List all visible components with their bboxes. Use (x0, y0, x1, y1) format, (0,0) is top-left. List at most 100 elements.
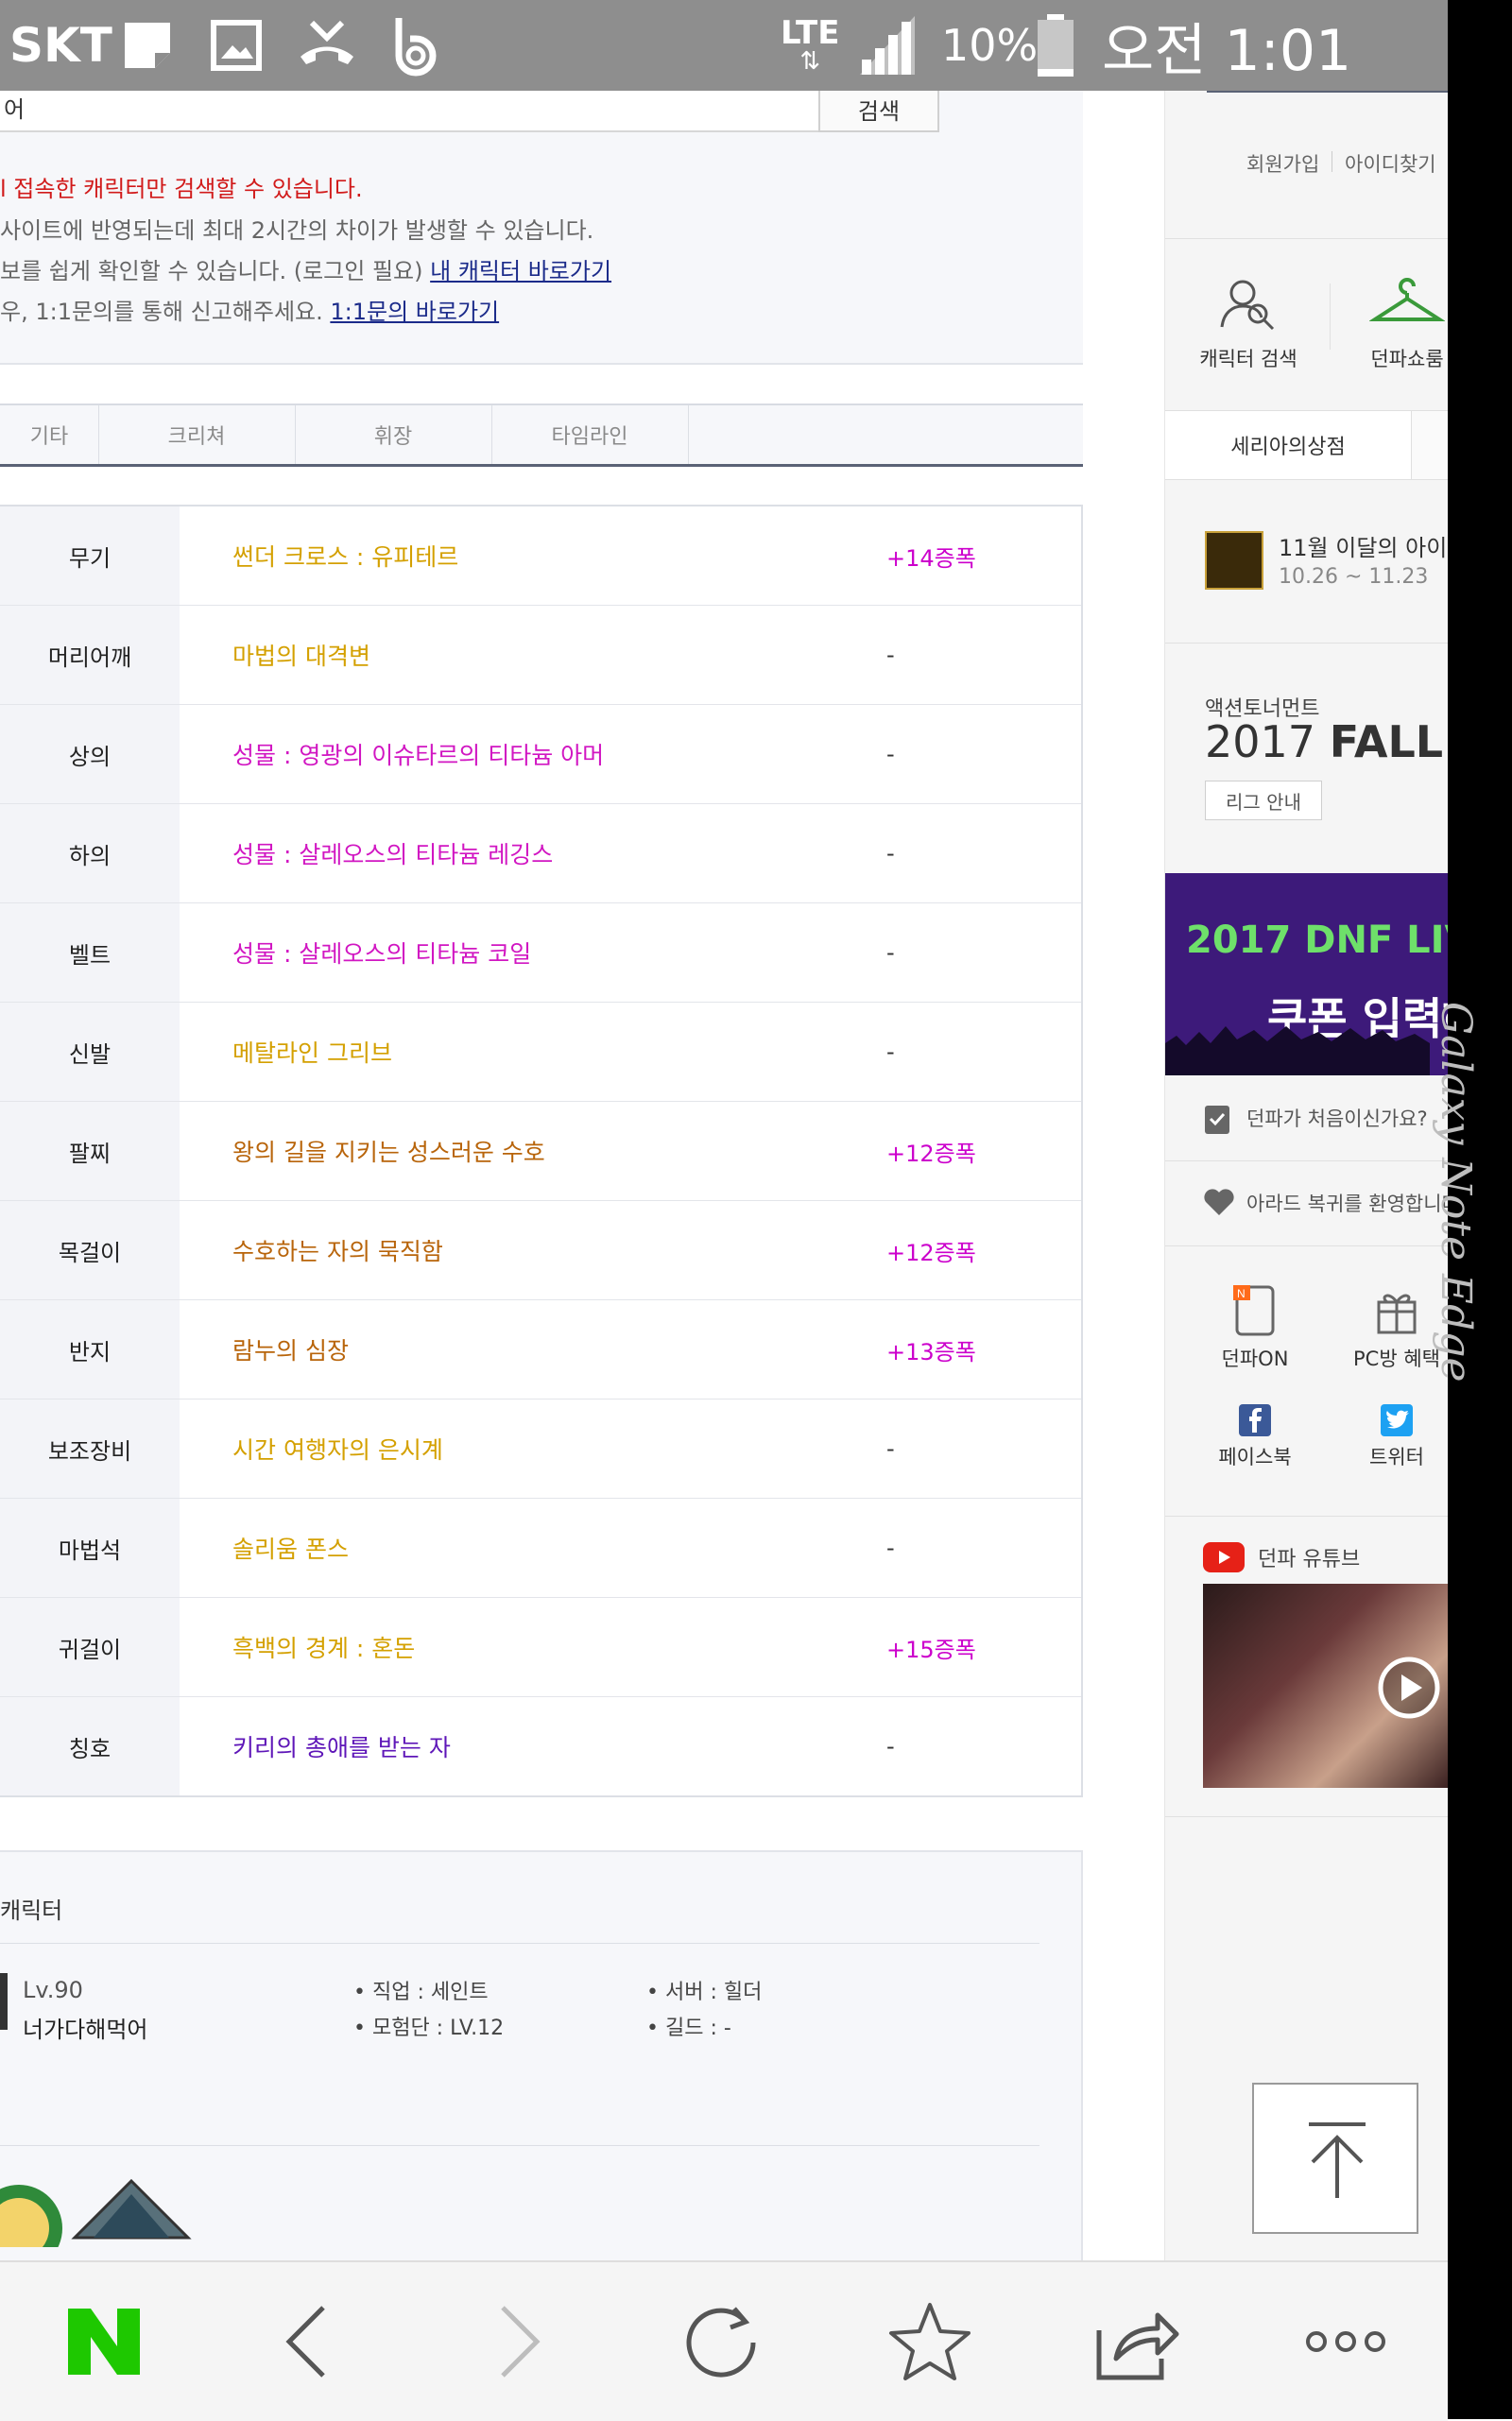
table-row: 벨트 성물 : 살레오스의 티타늄 코일 - (0, 903, 1081, 1003)
table-row: 머리어깨 마법의 대격변 - (0, 606, 1081, 705)
amp-value: +15증폭 (886, 1636, 976, 1663)
arrow-up-icon (1309, 2122, 1366, 2198)
share-button[interactable] (1072, 2262, 1204, 2421)
event-title[interactable]: 11월 이달의 아이 (1279, 529, 1447, 562)
signup-link[interactable]: 회원가입 (1246, 149, 1319, 178)
slot-label: 보조장비 (0, 1399, 180, 1498)
character-search-label: 캐릭터 검색 (1199, 348, 1297, 370)
showroom-button[interactable]: 던파쇼룸 (1350, 276, 1448, 372)
slot-label: 머리어깨 (0, 606, 180, 704)
tab-etc-label: 기타 (29, 425, 69, 449)
welcome-back-row[interactable]: 아라드 복귀를 환영합니다 (1165, 1160, 1448, 1246)
divider (1165, 1516, 1448, 1517)
slot-label: 반지 (0, 1300, 180, 1399)
more-button[interactable] (1280, 2262, 1412, 2421)
signal-icon (856, 0, 919, 91)
tab-creature[interactable]: 크리쳐 (98, 405, 296, 464)
dunpa-on-button[interactable]: N 던파ON (1203, 1283, 1307, 1372)
league-info-button[interactable]: 리그 안내 (1205, 781, 1322, 820)
character-adventure: • 모험단 : LV.12 (353, 2017, 505, 2040)
notice-line-2: 사이트에 반영되는데 최대 2시간의 차이가 발생할 수 있습니다. (0, 217, 594, 244)
data-arrows-icon: ⇅ (799, 47, 821, 76)
item-link[interactable]: 메탈라인 그리브 (232, 1003, 392, 1101)
reload-button[interactable] (656, 2262, 788, 2421)
scroll-to-top-button[interactable] (1252, 2083, 1418, 2234)
item-link[interactable]: 람누의 심장 (232, 1300, 349, 1399)
bookmark-button[interactable] (864, 2262, 996, 2421)
notice-line-4-text: 우, 1:1문의를 통해 신고해주세요. (0, 299, 323, 325)
character-search-icon (1220, 280, 1275, 331)
divider (1165, 238, 1448, 239)
search-section: 어 검색 l 접속한 캐릭터만 검색할 수 있습니다. 사이트에 반영되는데 최… (0, 91, 1083, 365)
amp-value: - (886, 1733, 895, 1760)
table-row: 무기 썬더 크로스 : 유피테르 +14증폭 (0, 507, 1081, 606)
tab-timeline[interactable]: 타임라인 (491, 405, 689, 464)
divider (0, 1943, 1040, 1944)
memo-icon (119, 0, 176, 91)
first-time-row[interactable]: 던파가 처음이신가요? (1165, 1075, 1448, 1161)
live-coupon-banner[interactable]: 2017 DNF LIVE 쿠폰 입력하 (1165, 873, 1448, 1075)
item-link[interactable]: 성물 : 살레오스의 티타늄 레깅스 (232, 804, 553, 902)
amp-value: - (886, 1535, 895, 1561)
star-icon (889, 2303, 971, 2380)
item-link[interactable]: 키리의 총애를 받는 자 (232, 1697, 451, 1795)
back-button[interactable] (240, 2262, 372, 2421)
item-link[interactable]: 왕의 길을 지키는 성스러운 수호 (232, 1102, 545, 1200)
first-time-label: 던파가 처음이신가요? (1246, 1107, 1428, 1130)
slot-label: 신발 (0, 1003, 180, 1101)
item-link[interactable]: 시간 여행자의 은시계 (232, 1399, 443, 1498)
naver-home-button[interactable] (38, 2262, 170, 2421)
my-character-link[interactable]: 내 캐릭터 바로가기 (430, 258, 611, 284)
twitter-button[interactable]: 트위터 (1345, 1404, 1448, 1470)
forward-button[interactable] (454, 2262, 586, 2421)
banner-title: 2017 DNF LIVE (1186, 919, 1448, 962)
amp-value: +12증폭 (886, 1239, 976, 1266)
tournament-season: FALL (1329, 716, 1444, 767)
inquiry-link[interactable]: 1:1문의 바로가기 (330, 299, 499, 325)
play-icon[interactable] (1377, 1656, 1441, 1720)
slot-label: 목걸이 (0, 1201, 180, 1299)
slot-label: 상의 (0, 705, 180, 803)
tab-seria-store[interactable]: 세리아의상점 (1165, 411, 1412, 479)
slot-label: 하의 (0, 804, 180, 902)
slot-label: 무기 (0, 507, 180, 605)
tab-emblem[interactable]: 휘장 (295, 405, 492, 464)
character-search-button[interactable]: 캐릭터 검색 (1192, 276, 1305, 372)
back-arrow-icon (285, 2306, 325, 2378)
youtube-video-thumbnail[interactable] (1203, 1584, 1448, 1788)
divider (0, 2145, 1040, 2146)
tournament-title: 2017 FALL (1205, 716, 1443, 767)
item-link[interactable]: 수호하는 자의 묵직함 (232, 1201, 443, 1299)
naver-n-icon (68, 2309, 140, 2375)
amp-value: +14증폭 (886, 544, 976, 572)
lte-label: LTE (781, 14, 840, 52)
slot-label: 벨트 (0, 903, 180, 1002)
youtube-label[interactable]: 던파 유튜브 (1258, 1542, 1360, 1572)
item-link[interactable]: 솔리움 폰스 (232, 1499, 349, 1597)
find-id-link[interactable]: 아이디찾기 (1345, 149, 1436, 178)
character-name[interactable]: 너가다해먹어 (23, 2011, 147, 2044)
item-link[interactable]: 성물 : 살레오스의 티타늄 코일 (232, 903, 531, 1002)
amp-value: - (886, 939, 895, 966)
right-sidebar: 회원가입 아이디찾기 캐릭터 검색 던파쇼룸 세리아의상점 11월 이달의 아이… (1164, 91, 1448, 2260)
clock: 오전 1:01 (1102, 17, 1352, 84)
item-link[interactable]: 흑백의 경계 : 혼돈 (232, 1598, 415, 1696)
item-link[interactable]: 성물 : 영광의 이슈타르의 티타늄 아머 (232, 705, 604, 803)
dunpa-on-label: 던파ON (1221, 1348, 1289, 1370)
item-link[interactable]: 썬더 크로스 : 유피테르 (232, 507, 458, 605)
status-bar: SKT LTE ⇅ 10% 오전 1:01 (0, 0, 1448, 91)
character-guild: • 길드 : - (646, 2017, 731, 2040)
divider (1165, 643, 1448, 644)
event-date: 10.26 ~ 11.23 (1279, 565, 1429, 589)
character-job: • 직업 : 세인트 (353, 1981, 489, 2004)
search-button[interactable]: 검색 (818, 91, 939, 132)
facebook-button[interactable]: 페이스북 (1203, 1404, 1307, 1470)
item-link[interactable]: 마법의 대격변 (232, 606, 370, 704)
table-row: 하의 성물 : 살레오스의 티타늄 레깅스 - (0, 804, 1081, 903)
twitter-label: 트위터 (1369, 1446, 1424, 1468)
search-input[interactable]: 어 (0, 91, 820, 132)
table-row: 상의 성물 : 영광의 이슈타르의 티타늄 아머 - (0, 705, 1081, 804)
tab-etc[interactable]: 기타 (0, 405, 99, 464)
divider (1165, 1816, 1448, 1817)
facebook-icon (1239, 1404, 1271, 1436)
